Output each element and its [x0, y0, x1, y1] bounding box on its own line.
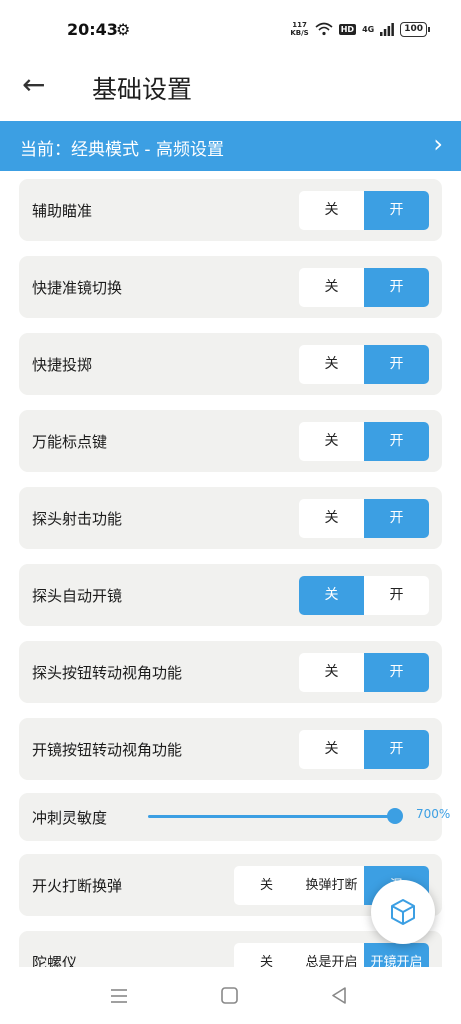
setting-label: 开镜按钮转动视角功能 [32, 741, 183, 759]
mode-banner-text: 当前：经典模式 - 高频设置 [20, 140, 224, 160]
arrow-left-icon[interactable]: ← [22, 68, 45, 101]
setting-row-peek-fire: 探头射击功能 关 开 [19, 487, 442, 549]
setting-row-aim-assist: 辅助瞄准 关 开 [19, 179, 442, 241]
hd-badge: HD [338, 23, 357, 35]
toggle-off-button[interactable]: 关 [299, 191, 364, 230]
setting-label: 探头自动开镜 [32, 587, 123, 605]
option-off-button[interactable]: 关 [234, 866, 299, 905]
sensitivity-slider-handle[interactable] [387, 808, 403, 824]
setting-label: 探头按钮转动视角功能 [32, 664, 183, 682]
setting-row-peek-auto-scope: 探头自动开镜 关 开 [19, 564, 442, 626]
toggle-off-button[interactable]: 关 [299, 576, 364, 615]
chevron-right-icon: › [433, 130, 443, 158]
toggle-off-button[interactable]: 关 [299, 653, 364, 692]
menu-icon[interactable] [110, 988, 128, 1004]
toggle-on-button[interactable]: 开 [364, 191, 429, 230]
toggle-off-button[interactable]: 关 [299, 499, 364, 538]
gear-icon: ⚙ [116, 20, 131, 39]
toggle-off-button[interactable]: 关 [299, 730, 364, 769]
status-time: 20:43 [67, 20, 118, 39]
setting-label: 快捷准镜切换 [32, 279, 123, 297]
on-off-toggle: 关 开 [299, 576, 429, 615]
setting-row-quick-throw: 快捷投掷 关 开 [19, 333, 442, 395]
net-speed-unit: KB/S [290, 29, 309, 37]
setting-row-gyroscope: 陀螺仪 关 总是开启 开镜开启 [19, 931, 442, 967]
setting-label: 万能标点键 [32, 433, 108, 451]
setting-label: 探头射击功能 [32, 510, 123, 528]
on-off-toggle: 关 开 [299, 345, 429, 384]
page-title: 基础设置 [92, 75, 193, 104]
setting-label: 陀螺仪 [32, 954, 78, 967]
setting-label: 开火打断换弹 [32, 877, 123, 895]
battery-indicator: 100 [400, 21, 430, 37]
three-way-selector: 关 总是开启 开镜开启 [234, 943, 429, 967]
sensitivity-value: 700% [416, 807, 451, 821]
system-nav-bar [0, 967, 461, 1024]
app-bar: ← 基础设置 [0, 60, 461, 120]
net-speed-value: 117 [292, 21, 307, 29]
toggle-off-button[interactable]: 关 [299, 422, 364, 461]
setting-row-peek-button-rotate-view: 探头按钮转动视角功能 关 开 [19, 641, 442, 703]
option-off-button[interactable]: 关 [234, 943, 299, 967]
status-icons: 117 KB/S HD 4G 100 [290, 21, 430, 37]
on-off-toggle: 关 开 [299, 653, 429, 692]
settings-list: 辅助瞄准 关 开 快捷准镜切换 关 开 快捷投掷 关 开 万能标点键 关 开 探… [0, 171, 461, 967]
cube-icon [391, 899, 415, 925]
status-bar: 20:43 ⚙ 117 KB/S HD 4G 100 [0, 0, 461, 60]
option-reload-interrupt-button[interactable]: 换弹打断 [299, 866, 364, 905]
option-always-on-button[interactable]: 总是开启 [299, 943, 364, 967]
toggle-on-button[interactable]: 开 [364, 422, 429, 461]
on-off-toggle: 关 开 [299, 268, 429, 307]
setting-label: 冲刺灵敏度 [32, 809, 108, 827]
toggle-on-button[interactable]: 开 [364, 345, 429, 384]
signal-icon [380, 22, 395, 36]
option-scope-on-button[interactable]: 开镜开启 [364, 943, 429, 967]
on-off-toggle: 关 开 [299, 191, 429, 230]
setting-row-scope-button-rotate-view: 开镜按钮转动视角功能 关 开 [19, 718, 442, 780]
toggle-on-button[interactable]: 开 [364, 576, 429, 615]
setting-row-sprint-sensitivity: 冲刺灵敏度 700% [19, 793, 450, 841]
on-off-toggle: 关 开 [299, 730, 429, 769]
toggle-off-button[interactable]: 关 [299, 268, 364, 307]
net-speed: 117 KB/S [290, 21, 308, 37]
wifi-icon [315, 22, 333, 36]
on-off-toggle: 关 开 [299, 499, 429, 538]
toggle-on-button[interactable]: 开 [364, 499, 429, 538]
toggle-on-button[interactable]: 开 [364, 268, 429, 307]
setting-row-universal-marker: 万能标点键 关 开 [19, 410, 442, 472]
setting-label: 快捷投掷 [32, 356, 93, 374]
floating-action-button[interactable] [371, 880, 435, 944]
sensitivity-slider-track[interactable] [148, 815, 395, 818]
back-triangle-icon[interactable] [331, 987, 347, 1004]
setting-label: 辅助瞄准 [32, 202, 93, 220]
on-off-toggle: 关 开 [299, 422, 429, 461]
toggle-on-button[interactable]: 开 [364, 653, 429, 692]
home-icon[interactable] [221, 987, 238, 1004]
toggle-on-button[interactable]: 开 [364, 730, 429, 769]
mode-banner[interactable]: 当前：经典模式 - 高频设置 › [0, 121, 461, 171]
signal-label: 4G [362, 24, 375, 34]
setting-row-quick-scope-switch: 快捷准镜切换 关 开 [19, 256, 442, 318]
toggle-off-button[interactable]: 关 [299, 345, 364, 384]
